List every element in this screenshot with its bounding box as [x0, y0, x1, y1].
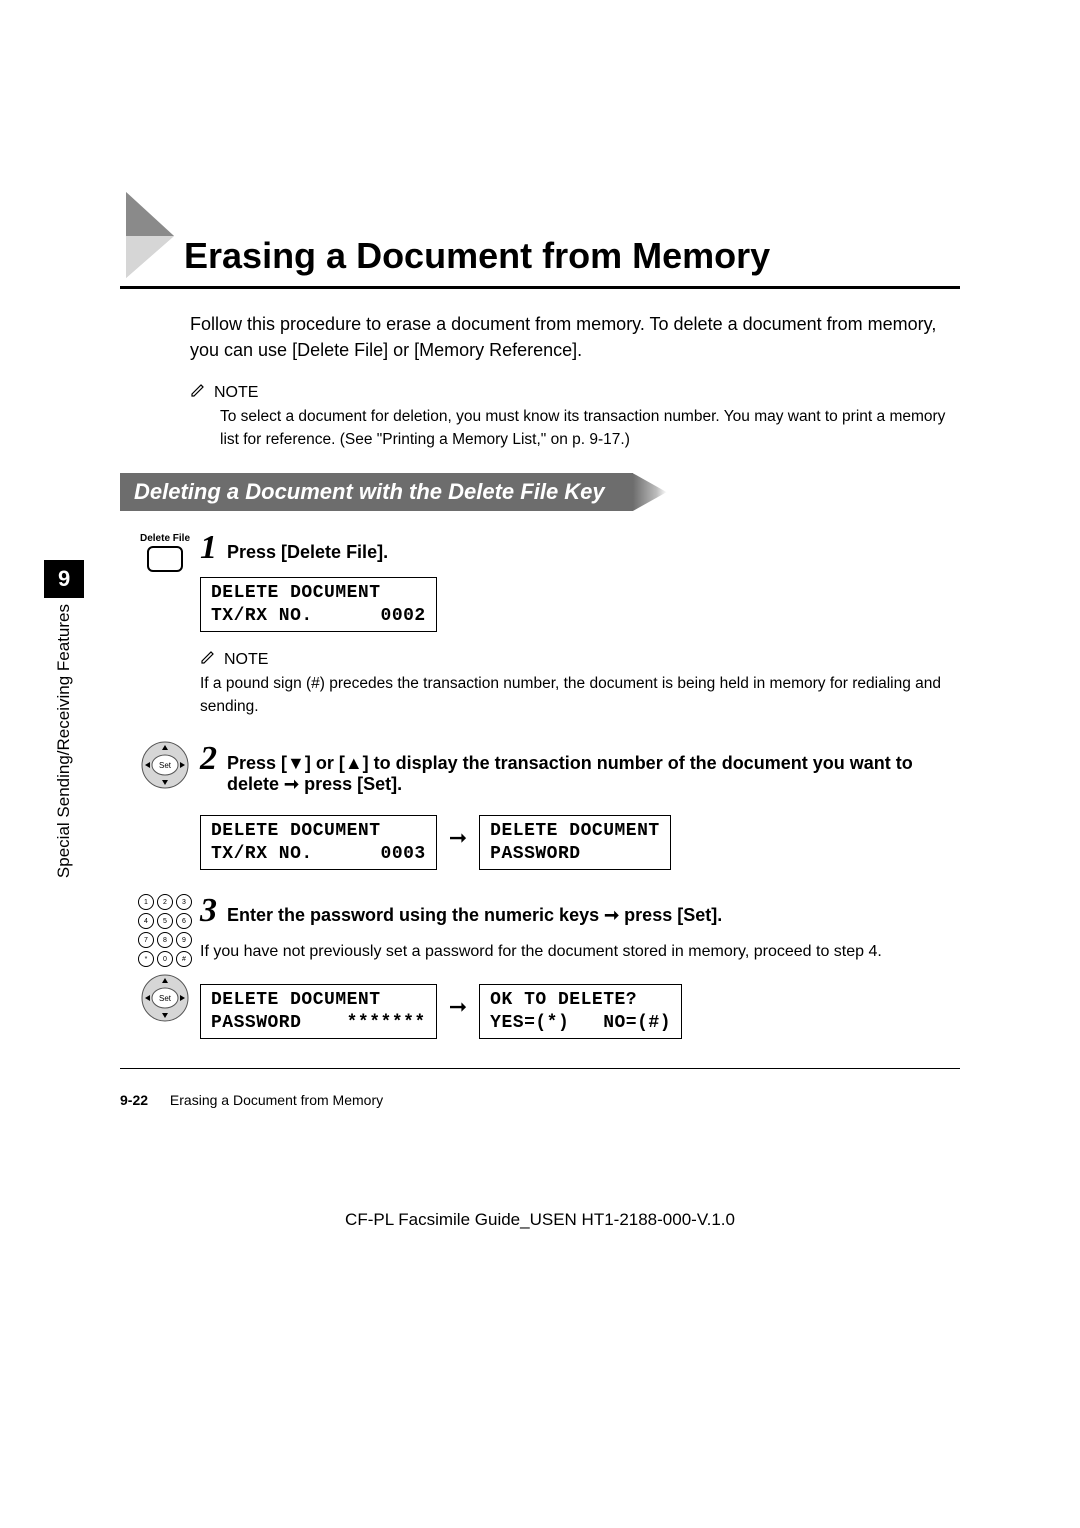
- key-7: 7: [138, 932, 154, 948]
- note-text: If a pound sign (#) precedes the transac…: [200, 673, 960, 718]
- key-2: 2: [157, 894, 173, 910]
- title-arrow-icon: [120, 190, 180, 280]
- note-text: To select a document for deletion, you m…: [220, 406, 960, 451]
- arrow-right-icon: ➞: [449, 825, 467, 851]
- set-nav-key-icon: Set: [140, 740, 190, 790]
- section-heading: Deleting a Document with the Delete File…: [120, 473, 633, 511]
- step-3: 1 2 3 4 5 6 7 8 9 * 0 # Set: [130, 892, 960, 1039]
- lcd-display: DELETE DOCUMENT PASSWORD *******: [200, 984, 437, 1039]
- key-hash: #: [176, 951, 192, 967]
- step-number: 2: [200, 740, 217, 778]
- key-9: 9: [176, 932, 192, 948]
- note-block-1: NOTE To select a document for deletion, …: [190, 383, 960, 451]
- page-title-row: Erasing a Document from Memory: [120, 190, 960, 280]
- svg-text:Set: Set: [159, 994, 172, 1003]
- step-1: Delete File 1 Press [Delete File]. DELET…: [130, 529, 960, 718]
- step-number: 3: [200, 892, 217, 930]
- key-3: 3: [176, 894, 192, 910]
- page-title: Erasing a Document from Memory: [184, 236, 770, 280]
- note-label: NOTE: [224, 651, 268, 669]
- note-label: NOTE: [214, 384, 258, 402]
- numeric-keypad-icon: 1 2 3 4 5 6 7 8 9 * 0 #: [138, 894, 192, 967]
- step-title: Press [Delete File].: [227, 542, 388, 563]
- footer-title: Erasing a Document from Memory: [170, 1092, 383, 1108]
- key-5: 5: [157, 913, 173, 929]
- arrow-right-icon: ➞: [449, 994, 467, 1020]
- delete-file-key-icon: Delete File: [140, 533, 190, 572]
- document-metadata: CF-PL Facsimile Guide_USEN HT1-2188-000-…: [0, 1210, 1080, 1230]
- key-0: 0: [157, 951, 173, 967]
- chapter-label: Special Sending/Receiving Features: [54, 598, 74, 878]
- footer-line: 9-22 Erasing a Document from Memory: [120, 1092, 383, 1108]
- key-star: *: [138, 951, 154, 967]
- note-icon: [190, 383, 208, 402]
- step-title: Enter the password using the numeric key…: [227, 905, 722, 926]
- key-1: 1: [138, 894, 154, 910]
- step-number: 1: [200, 529, 217, 567]
- key-6: 6: [176, 913, 192, 929]
- note-icon: [200, 650, 218, 669]
- step-title: Press [▼] or [▲] to display the transact…: [227, 753, 960, 795]
- key-8: 8: [157, 932, 173, 948]
- delete-file-key-label: Delete File: [140, 533, 190, 544]
- chapter-number: 9: [44, 560, 84, 598]
- lcd-display: DELETE DOCUMENT PASSWORD: [479, 815, 671, 870]
- lcd-display: DELETE DOCUMENT TX/RX NO. 0003: [200, 815, 437, 870]
- step-detail: If you have not previously set a passwor…: [200, 940, 960, 964]
- lcd-display: DELETE DOCUMENT TX/RX NO. 0002: [200, 577, 437, 632]
- page-number: 9-22: [120, 1092, 148, 1108]
- footer-rule: [120, 1068, 960, 1069]
- svg-text:Set: Set: [159, 761, 172, 770]
- lcd-display: OK TO DELETE? YES=(*) NO=(#): [479, 984, 682, 1039]
- key-4: 4: [138, 913, 154, 929]
- title-rule: [120, 286, 960, 289]
- step-2: Set 2 Press [▼] or [▲] to display the tr…: [130, 740, 960, 870]
- intro-paragraph: Follow this procedure to erase a documen…: [190, 311, 960, 363]
- set-nav-key-icon: Set: [140, 973, 190, 1023]
- chapter-side-tab: Special Sending/Receiving Features 9: [44, 560, 84, 878]
